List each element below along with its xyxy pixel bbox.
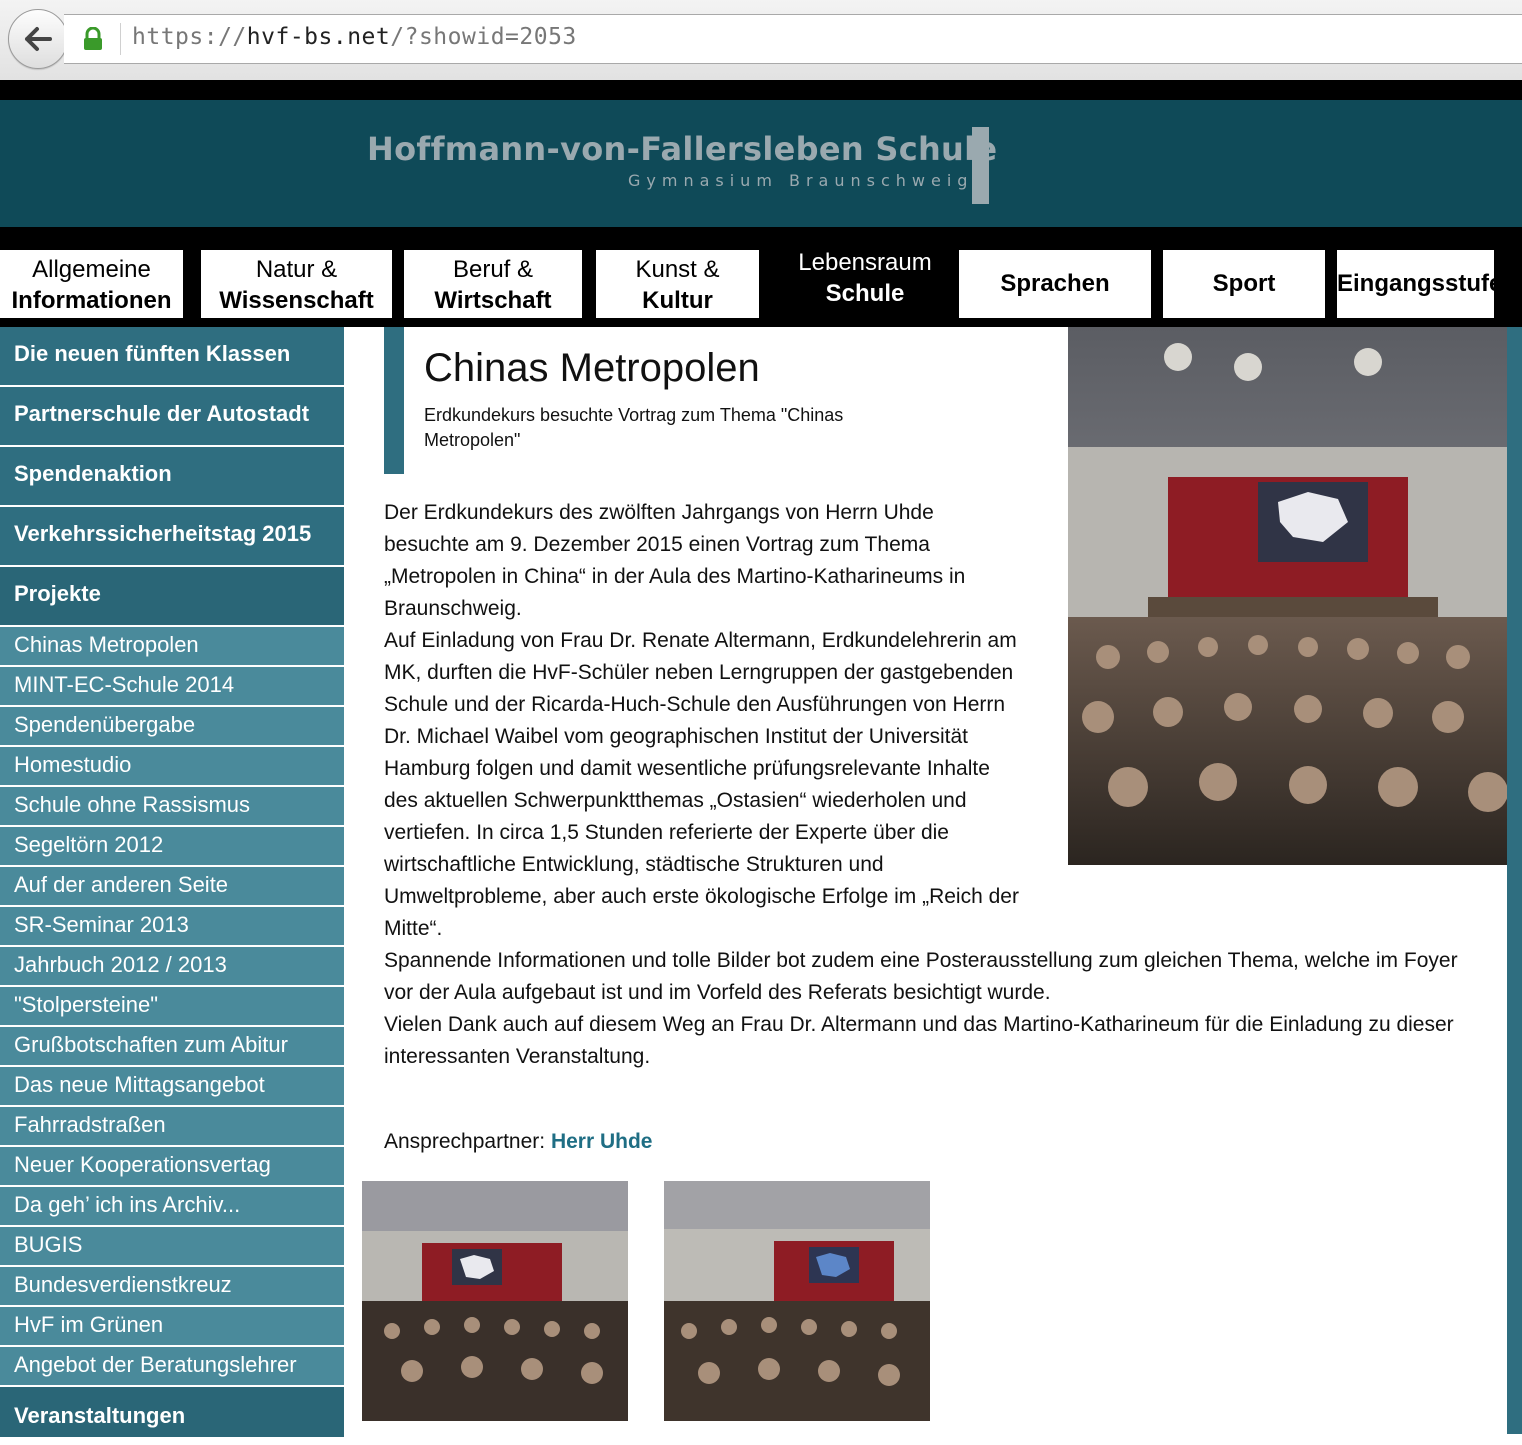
nav-line2: Sport [1212,270,1276,297]
sidebar-subitem[interactable]: HvF im Grünen [0,1307,344,1347]
nav-line2: Wirtschaft [434,287,552,314]
sidebar-subitem[interactable]: SR-Seminar 2013 [0,907,344,947]
nav-eingangsstufe[interactable]: Eingangsstufe [1337,250,1503,318]
url-text[interactable]: https://hvf-bs.net/?showid=2053 [132,24,577,50]
sidebar-subitem[interactable]: Angebot der Beratungslehrer [0,1347,344,1387]
nav-line1: Natur & [255,256,338,283]
nav-line2: Kultur [642,287,713,314]
sidebar-subitem[interactable]: Homestudio [0,747,344,787]
sidebar-subitem[interactable]: Da geh’ ich ins Archiv... [0,1187,344,1227]
nav-line2: Wissenschaft [219,287,374,314]
gallery-thumbnail-1[interactable] [362,1181,628,1421]
school-name[interactable]: Hoffmann-von-Fallersleben Schule [367,130,997,168]
school-type: Gymnasium Braunschweig [628,171,974,190]
nav-beruf-wirtschaft[interactable]: Beruf & Wirtschaft [404,250,582,318]
url-scheme: https:// [132,24,247,50]
sidebar: Die neuen fünften Klassen Partnerschule … [0,327,344,1439]
sidebar-subitem[interactable]: Grußbotschaften zum Abitur [0,1027,344,1067]
sidebar-subitem[interactable]: Bundesverdienstkreuz [0,1267,344,1307]
sidebar-subitem[interactable]: Auf der anderen Seite [0,867,344,907]
logo-bar [972,127,989,204]
url-host: hvf-bs.net [246,24,391,50]
address-bar[interactable]: https://hvf-bs.net/?showid=2053 [64,14,1522,64]
sidebar-subitem[interactable]: "Stolpersteine" [0,987,344,1027]
url-separator [120,23,121,55]
right-edge-accent [1507,327,1522,1434]
article-paragraph: Vielen Dank auch auf diesem Weg an Frau … [384,1013,1454,1068]
back-arrow-icon [25,27,52,51]
nav-line1: Allgemeine [32,256,151,283]
article-header: Chinas Metropolen Erdkundekurs besuchte … [384,327,1024,474]
back-button[interactable] [8,9,68,69]
sidebar-subitem[interactable]: BUGIS [0,1227,344,1267]
sidebar-item-veranstaltungen[interactable]: Veranstaltungen [0,1387,344,1439]
sidebar-subitem[interactable]: Segeltörn 2012 [0,827,344,867]
article-paragraph: Der Erdkundekurs des zwölften Jahrgangs … [384,501,966,620]
top-strip [0,80,1522,100]
contact-label: Ansprechpartner: [384,1130,546,1153]
sidebar-subitem[interactable]: Das neue Mittagsangebot [0,1067,344,1107]
sidebar-item-fuenfte-klassen[interactable]: Die neuen fünften Klassen [0,327,344,387]
nav-line1: Kunst & [635,256,720,283]
article-title: Chinas Metropolen [424,346,760,390]
contact-link[interactable]: Herr Uhde [551,1130,653,1153]
title-accent-bar [384,327,404,474]
nav-line2: Sprachen [1000,270,1110,297]
lock-icon [84,27,102,50]
main-nav: Allgemeine Informationen Natur & Wissensch… [0,227,1522,327]
nav-line1: Beruf & [452,256,534,283]
sidebar-subitem[interactable]: Fahrradstraßen [0,1107,344,1147]
nav-sport[interactable]: Sport [1163,250,1325,318]
url-path: /?showid=2053 [390,24,577,50]
lecture-hall-photo[interactable] [1068,327,1507,865]
sidebar-subitem[interactable]: Jahrbuch 2012 / 2013 [0,947,344,987]
article-paragraph: Auf Einladung von Frau Dr. Renate Alterm… [384,629,1019,940]
nav-sprachen[interactable]: Sprachen [959,250,1151,318]
nav-line1: Lebensraum [798,249,932,276]
sidebar-item-partnerschule[interactable]: Partnerschule der Autostadt [0,387,344,447]
nav-line2: Eingangsstufe [1337,270,1503,297]
sidebar-subitem[interactable]: Schule ohne Rassismus [0,787,344,827]
nav-line2: Schule [825,280,905,307]
sidebar-item-spendenaktion[interactable]: Spendenaktion [0,447,344,507]
contact-line: Ansprechpartner: Herr Uhde [384,1130,652,1154]
nav-allgemeine-informationen[interactable]: Allgemeine Informationen [0,250,183,318]
nav-natur-wissenschaft[interactable]: Natur & Wissenschaft [201,250,392,318]
nav-kunst-kultur[interactable]: Kunst & Kultur [596,250,759,318]
sidebar-subitem[interactable]: Neuer Kooperationsvertag [0,1147,344,1187]
sidebar-subitem[interactable]: Spendenübergabe [0,707,344,747]
sidebar-subitem[interactable]: MINT-EC-Schule 2014 [0,667,344,707]
article-paragraph: Spannende Informationen und tolle Bilder… [384,949,1458,1004]
nav-lebensraum-schule[interactable]: Lebensraum Schule [771,237,959,318]
browser-toolbar: https://hvf-bs.net/?showid=2053 [0,0,1522,81]
nav-line2: Informationen [11,287,172,314]
sidebar-subitem[interactable]: Chinas Metropolen [0,627,344,667]
gallery-thumbnail-2[interactable] [664,1181,930,1421]
article-subtitle: Erdkundekurs besuchte Vortrag zum Thema … [424,405,844,450]
sidebar-item-projekte[interactable]: Projekte [0,567,344,627]
sidebar-item-verkehrssicherheitstag[interactable]: Verkehrssicherheitstag 2015 [0,507,344,567]
